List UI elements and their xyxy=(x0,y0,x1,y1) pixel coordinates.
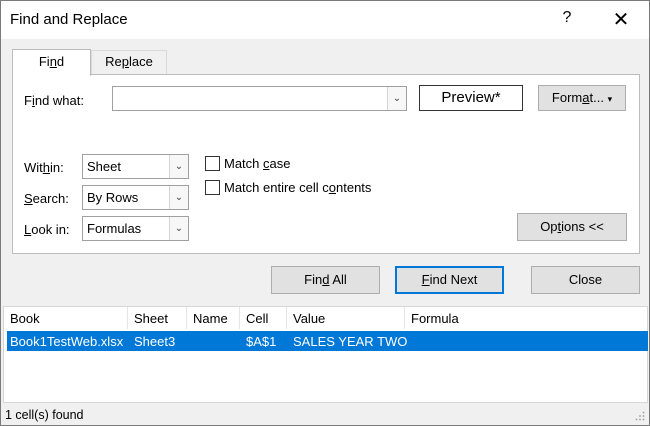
find-next-button[interactable]: Find Next xyxy=(395,266,504,294)
search-label: Search: xyxy=(24,191,69,206)
within-value: Sheet xyxy=(87,159,121,174)
chevron-down-icon[interactable]: ⌄ xyxy=(387,87,406,110)
column-header-value[interactable]: Value xyxy=(287,307,405,329)
find-replace-dialog: Find and Replace ? ✕ Find Replace Find w… xyxy=(0,0,650,426)
match-case-checkbox[interactable] xyxy=(205,156,220,171)
help-icon[interactable]: ? xyxy=(557,9,577,31)
cell-sheet: Sheet3 xyxy=(134,334,176,349)
close-button[interactable]: Close xyxy=(531,266,640,294)
match-entire-checkbox[interactable] xyxy=(205,180,220,195)
cell-book: Book1TestWeb.xlsx xyxy=(10,334,124,349)
format-preview: Preview* xyxy=(419,85,523,111)
chevron-down-icon[interactable]: ⌄ xyxy=(169,217,188,240)
options-button[interactable]: Options << xyxy=(517,213,627,241)
look-in-value: Formulas xyxy=(87,221,142,236)
tab-find-label: Fi xyxy=(38,54,50,69)
results-list[interactable]: Book Sheet Name Cell Value Formula Book1… xyxy=(3,306,648,403)
tab-replace-accel: p xyxy=(121,54,129,69)
within-select[interactable]: Sheet ⌄ xyxy=(82,154,189,179)
find-what-input[interactable]: ⌄ xyxy=(112,86,407,111)
tab-replace[interactable]: Replace xyxy=(91,50,167,74)
status-text: 1 cell(s) found xyxy=(5,408,84,422)
search-value: By Rows xyxy=(87,190,139,205)
dropdown-arrow-icon[interactable]: ▾ xyxy=(608,94,613,104)
column-header-name[interactable]: Name xyxy=(187,307,240,329)
close-icon[interactable]: ✕ xyxy=(607,7,635,33)
cell-value: SALES YEAR TWO xyxy=(293,334,408,349)
title-bar: Find and Replace ? ✕ xyxy=(1,1,649,39)
column-header-formula[interactable]: Formula xyxy=(405,307,648,329)
column-header-book[interactable]: Book xyxy=(4,307,128,329)
within-label: Within: xyxy=(24,160,64,175)
look-in-label: Look in: xyxy=(24,222,70,237)
column-header-sheet[interactable]: Sheet xyxy=(128,307,187,329)
tab-find-accel: n xyxy=(49,54,57,69)
tab-replace-label-end: lace xyxy=(129,54,153,69)
tab-replace-label: Re xyxy=(105,54,122,69)
find-what-label: Find what: xyxy=(24,93,84,108)
look-in-select[interactable]: Formulas ⌄ xyxy=(82,216,189,241)
match-case-label[interactable]: Match case xyxy=(224,156,290,171)
window-title: Find and Replace xyxy=(10,11,128,28)
resize-grip-icon[interactable] xyxy=(635,411,645,421)
search-select[interactable]: By Rows ⌄ xyxy=(82,185,189,210)
chevron-down-icon[interactable]: ⌄ xyxy=(169,186,188,209)
cell-address: $A$1 xyxy=(246,334,277,349)
chevron-down-icon[interactable]: ⌄ xyxy=(169,155,188,178)
table-row[interactable]: Book1TestWeb.xlsx Sheet3 $A$1 SALES YEAR… xyxy=(7,331,648,351)
find-all-button[interactable]: Find All xyxy=(271,266,380,294)
column-header-cell[interactable]: Cell xyxy=(240,307,287,329)
match-entire-label[interactable]: Match entire cell contents xyxy=(224,180,371,195)
tab-find[interactable]: Find xyxy=(12,49,91,76)
format-button[interactable]: Format... ▾ xyxy=(538,85,626,111)
tab-find-label-end: d xyxy=(56,54,65,69)
